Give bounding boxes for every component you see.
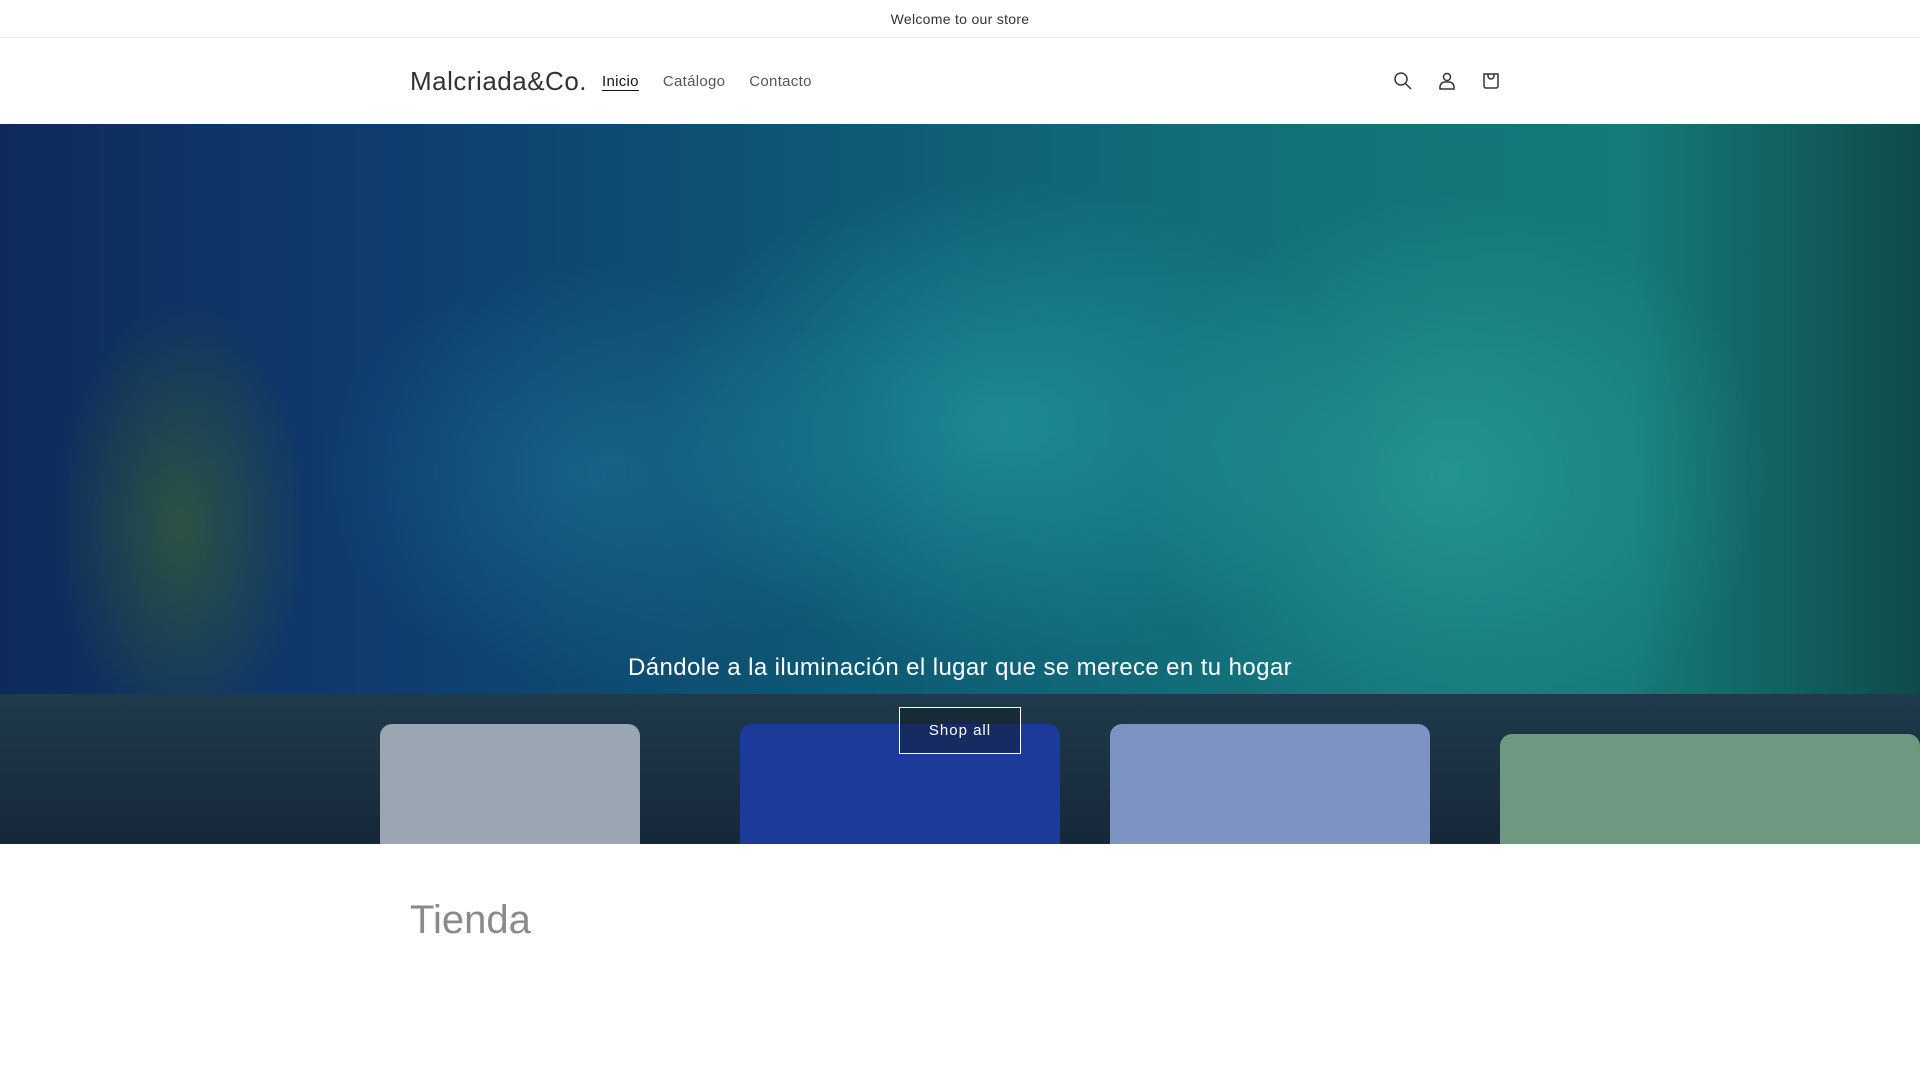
pillow bbox=[380, 724, 640, 844]
announcement-text: Welcome to our store bbox=[890, 10, 1030, 27]
shop-all-button[interactable]: Shop all bbox=[899, 707, 1021, 754]
hero-heading: Dándole a la iluminación el lugar que se… bbox=[628, 654, 1292, 681]
header-icons bbox=[1385, 63, 1509, 99]
cart-icon[interactable] bbox=[1473, 63, 1509, 99]
search-icon[interactable] bbox=[1385, 63, 1421, 99]
store-logo[interactable]: Malcriada&Co. bbox=[410, 66, 587, 97]
nav-contacto[interactable]: Contacto bbox=[737, 73, 823, 90]
pillow bbox=[1500, 734, 1920, 844]
nav-catalogo[interactable]: Catálogo bbox=[651, 73, 737, 90]
main-nav: Inicio Catálogo Contacto bbox=[590, 73, 824, 90]
site-header: Malcriada&Co. Inicio Catálogo Contacto bbox=[0, 38, 1920, 124]
nav-inicio[interactable]: Inicio bbox=[590, 73, 651, 90]
pillow bbox=[1110, 724, 1430, 844]
section-title: Tienda bbox=[410, 898, 531, 942]
announcement-bar: Welcome to our store bbox=[0, 0, 1920, 38]
hero-banner: Dándole a la iluminación el lugar que se… bbox=[0, 124, 1920, 844]
account-icon[interactable] bbox=[1429, 63, 1465, 99]
